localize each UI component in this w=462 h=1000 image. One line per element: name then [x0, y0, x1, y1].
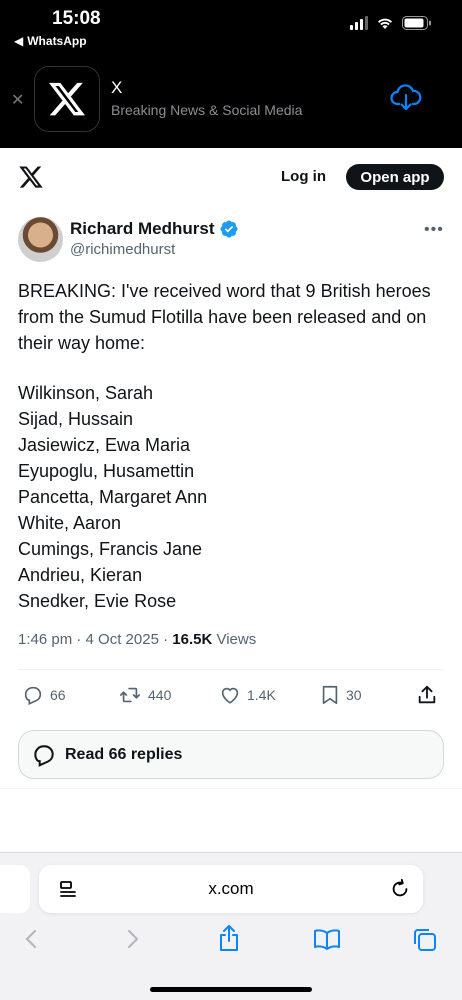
author-name-row[interactable]: Richard Medhurst [70, 219, 239, 239]
share-sheet-icon[interactable] [216, 923, 242, 958]
tweet-actions: 66 440 1.4K 30 [18, 684, 444, 708]
list-item: Jasiewicz, Ewa Maria [18, 435, 191, 455]
bookmark-button[interactable]: 30 [320, 684, 362, 706]
back-app-label: WhatsApp [27, 34, 87, 48]
cloud-download-icon[interactable] [390, 84, 422, 117]
safari-toolbar [0, 923, 462, 959]
login-link[interactable]: Log in [281, 168, 326, 185]
x-logo-icon[interactable] [18, 164, 44, 195]
previous-tab-peek[interactable] [0, 865, 30, 913]
back-to-whatsapp[interactable]: ◀ WhatsApp [14, 34, 87, 48]
list-item: Andrieu, Kieran [18, 565, 143, 585]
tweet-date[interactable]: 4 Oct 2025 [86, 631, 159, 648]
bookmark-icon [322, 685, 338, 705]
tweet-time[interactable]: 1:46 pm [18, 631, 72, 648]
tweet-meta: 1:46 pm · 4 Oct 2025 · 16.5K Views [18, 631, 257, 648]
list-item: Wilkinson, Sarah [18, 383, 154, 403]
views-label: Views [216, 631, 257, 648]
divider [18, 669, 444, 670]
heart-icon [221, 687, 239, 704]
author-handle[interactable]: @richimedhurst [70, 241, 175, 258]
close-banner-icon[interactable]: ✕ [11, 90, 24, 110]
status-icons [350, 16, 432, 30]
back-chevron-icon[interactable] [22, 927, 42, 956]
reply-bubble-icon [34, 744, 54, 767]
tweet-text: BREAKING: I've received word that 9 Brit… [18, 281, 431, 353]
home-indicator [150, 987, 312, 992]
wifi-icon [378, 18, 392, 29]
reply-icon [24, 686, 42, 705]
app-banner-area: 15:08 ◀ WhatsApp ✕ X Breaking News & Soc… [0, 0, 462, 148]
open-app-button[interactable]: Open app [346, 164, 444, 190]
more-options-icon[interactable]: ••• [424, 221, 444, 239]
cellular-signal-icon [350, 16, 368, 30]
views-count: 16.5K [172, 631, 213, 648]
bookmarks-book-icon[interactable] [313, 927, 341, 956]
author-name[interactable]: Richard Medhurst [70, 219, 215, 239]
share-button[interactable] [416, 684, 438, 706]
reply-button[interactable]: 66 [22, 684, 66, 706]
banner-subtitle: Breaking News & Social Media [111, 102, 303, 118]
avatar[interactable] [18, 217, 63, 262]
repost-icon [120, 687, 140, 703]
divider [0, 788, 462, 789]
share-icon [418, 685, 436, 704]
address-bar[interactable]: x.com [39, 865, 423, 913]
reload-icon[interactable] [389, 878, 411, 905]
list-item: Pancetta, Margaret Ann [18, 487, 208, 507]
status-time: 15:08 [52, 8, 101, 29]
url-text[interactable]: x.com [39, 879, 423, 899]
list-item: Sijad, Hussain [18, 409, 134, 429]
banner-app-name: X [111, 78, 123, 97]
released-names-list: Wilkinson, Sarah Sijad, Hussain Jasiewic… [18, 380, 207, 614]
list-item: Snedker, Evie Rose [18, 591, 177, 611]
safari-toolbar-area: x.com [0, 852, 462, 1000]
back-triangle-icon: ◀ [14, 34, 24, 48]
battery-icon [402, 16, 431, 30]
list-item: White, Aaron [18, 513, 122, 533]
verified-badge-icon [219, 220, 238, 238]
read-replies-label: Read 66 replies [65, 745, 183, 763]
forward-chevron-icon[interactable] [122, 927, 142, 956]
like-button[interactable]: 1.4K [219, 684, 276, 706]
list-item: Cumings, Francis Jane [18, 539, 203, 559]
read-replies-button[interactable]: Read 66 replies [18, 730, 444, 779]
x-app-icon [34, 66, 100, 132]
tabs-overview-icon[interactable] [412, 927, 438, 958]
repost-button[interactable]: 440 [118, 684, 171, 706]
list-item: Eyupoglu, Husamettin [18, 461, 195, 481]
